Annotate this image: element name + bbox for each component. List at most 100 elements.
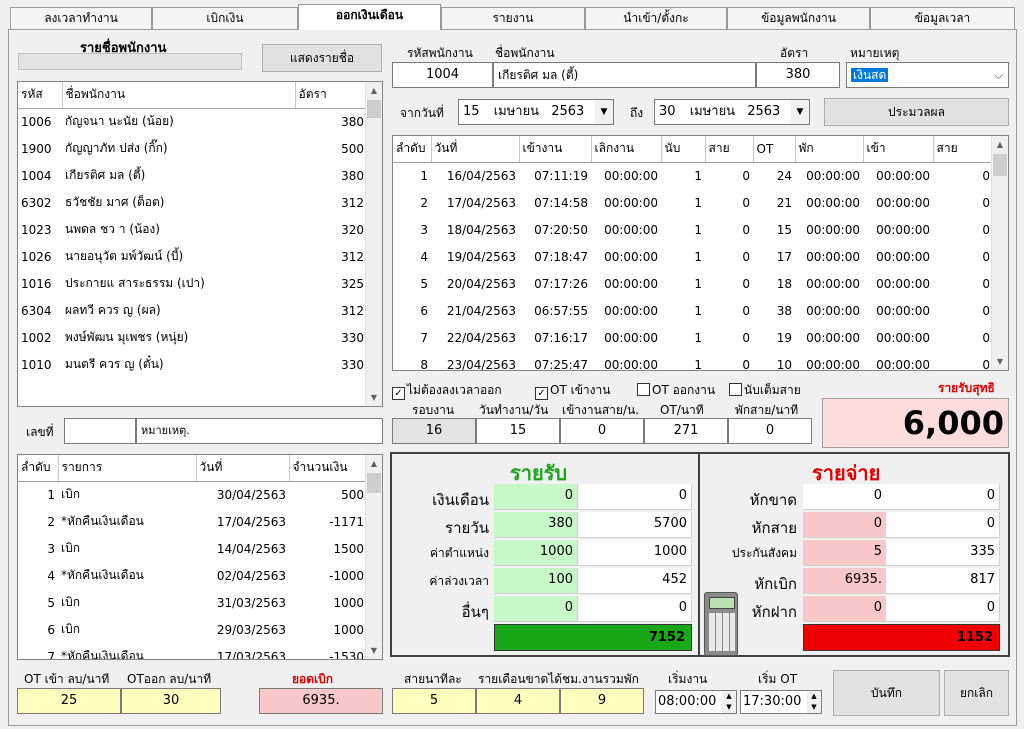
- tab-time-entry[interactable]: ลงเวลาทำงาน: [10, 7, 152, 29]
- att-col-header[interactable]: พัก: [795, 136, 864, 163]
- tab-payroll[interactable]: ออกเงินเดือน: [298, 4, 441, 30]
- spinner-icon[interactable]: ▲ ▼: [722, 691, 736, 713]
- scroll-down-icon[interactable]: ▼: [366, 389, 382, 406]
- tab-import[interactable]: นำเข้า/ตั้งกะ: [585, 7, 727, 29]
- attendance-row[interactable]: 4 19/04/2563 07:18:47 00:00:00 1 0 17 00:00:00 0…: [393, 243, 993, 270]
- expense-amount[interactable]: 0: [886, 512, 1000, 538]
- col-header-item[interactable]: รายการ: [58, 455, 197, 482]
- employee-row[interactable]: 6302 ธวัชชัย มาศ (ต็อต) 312: [18, 189, 367, 216]
- attendance-row[interactable]: 7 22/04/2563 07:16:17 00:00:00 1 0 19 00:00:00 0…: [393, 324, 993, 351]
- late-per-min-field[interactable]: 5: [392, 688, 476, 714]
- income-amount[interactable]: 1000: [578, 540, 692, 566]
- employee-row[interactable]: 1016 ประกายแ สาระธรรม (เปา) 325: [18, 270, 367, 297]
- expense-rate[interactable]: 0: [803, 512, 887, 538]
- transaction-row[interactable]: 4 *หักคืนเงินเดือน 02/04/2563 -1000: [18, 562, 367, 589]
- scroll-down-icon[interactable]: ▼: [366, 642, 382, 659]
- employee-row[interactable]: 1010 มนตรี ควร ญ (ตั๋น) 330: [18, 351, 367, 378]
- col-header-no[interactable]: ลำดับ: [18, 455, 59, 482]
- to-date-picker[interactable]: 30 เมษายน 2563 ▼: [654, 99, 810, 125]
- scroll-up-icon[interactable]: ▲: [366, 455, 382, 472]
- attendance-row[interactable]: 1 16/04/2563 07:11:19 00:00:00 1 0 24 00:00:00 0…: [393, 162, 993, 189]
- income-amount[interactable]: 5700: [578, 512, 692, 538]
- employee-row[interactable]: 1023 นพดล ชว า (น้อง) 320: [18, 216, 367, 243]
- att-col-header[interactable]: สาย: [933, 136, 994, 163]
- calendar-dropdown-icon[interactable]: ▼: [595, 100, 613, 124]
- expense-amount[interactable]: 0: [886, 596, 1000, 622]
- att-col-header[interactable]: สาย: [705, 136, 754, 163]
- col-header-rate[interactable]: อัตรา: [295, 82, 368, 109]
- doc-no-field[interactable]: [64, 418, 136, 444]
- from-date-picker[interactable]: 15 เมษายน 2563 ▼: [458, 99, 614, 125]
- rate-field[interactable]: 380: [756, 62, 840, 88]
- spinner-icon[interactable]: ▲ ▼: [807, 691, 821, 713]
- transaction-scrollbar[interactable]: ▲ ▼: [365, 455, 382, 659]
- ot-in-checkbox[interactable]: ✓ OT เข้างาน: [535, 381, 610, 400]
- employee-row[interactable]: 6304 ผลทวี ควร ญ (ผล) 312: [18, 297, 367, 324]
- expense-rate[interactable]: 5: [803, 540, 887, 566]
- att-col-header[interactable]: เข้างาน: [519, 136, 592, 163]
- expense-amount[interactable]: 817: [886, 568, 1000, 594]
- col-header-name[interactable]: ชื่อพนักงาน: [62, 82, 296, 109]
- tab-report[interactable]: รายงาน: [441, 7, 585, 29]
- no-checkout-checkbox[interactable]: ✓ ไม่ต้องลงเวลาออก: [392, 381, 502, 400]
- income-rate[interactable]: 380: [494, 512, 578, 538]
- expense-amount[interactable]: 335: [886, 540, 1000, 566]
- attendance-row[interactable]: 5 20/04/2563 07:17:26 00:00:00 1 0 18 00:00:00 0…: [393, 270, 993, 297]
- attendance-row[interactable]: 3 18/04/2563 07:20:50 00:00:00 1 0 15 00:00:00 0…: [393, 216, 993, 243]
- employee-row[interactable]: 1900 กัญญาภัท ปส่ง (กิ๊ก) 500: [18, 135, 367, 162]
- employee-scrollbar[interactable]: ▲ ▼: [365, 82, 382, 406]
- transaction-row[interactable]: 1 เบิก 30/04/2563 500: [18, 481, 367, 508]
- ot-in-deduct-field[interactable]: 25: [17, 688, 121, 714]
- att-col-header[interactable]: วันที่: [431, 136, 520, 163]
- income-amount[interactable]: 0: [578, 484, 692, 510]
- employee-row[interactable]: 1002 พงษ์พัฒน มุเพชร (หนุ่ย) 330: [18, 324, 367, 351]
- att-col-header[interactable]: เลิกงาน: [591, 136, 662, 163]
- save-button[interactable]: บันทึก: [833, 670, 940, 716]
- expense-rate[interactable]: 0: [803, 596, 887, 622]
- count-late-checkbox[interactable]: นับเต็มสาย: [729, 381, 801, 400]
- expense-rate[interactable]: 6935.: [803, 568, 887, 594]
- income-amount[interactable]: 452: [578, 568, 692, 594]
- tab-time-info[interactable]: ข้อมูลเวลา: [870, 7, 1015, 29]
- transaction-row[interactable]: 5 เบิก 31/03/2563 1000: [18, 589, 367, 616]
- transaction-row[interactable]: 6 เบิก 29/03/2563 1000: [18, 616, 367, 643]
- show-list-button[interactable]: แสดงรายชื่อ: [262, 44, 382, 72]
- income-rate[interactable]: 100: [494, 568, 578, 594]
- income-rate[interactable]: 1000: [494, 540, 578, 566]
- scroll-thumb[interactable]: [367, 473, 381, 493]
- emp-name-field[interactable]: เกียรติศ มล (ตี้): [493, 62, 756, 88]
- att-col-header[interactable]: นับ: [661, 136, 706, 163]
- cancel-button[interactable]: ยกเลิก: [944, 670, 1009, 716]
- col-header-amount[interactable]: จำนวนเงิน: [289, 455, 368, 482]
- start-time-field[interactable]: 08:00:00 ▲ ▼: [655, 690, 737, 714]
- scroll-up-icon[interactable]: ▲: [366, 82, 382, 99]
- employee-row[interactable]: 1026 นายอนุวัต มพ์วัฒน์ (บี้) 312: [18, 243, 367, 270]
- payment-type-select[interactable]: เงินสด ⌵: [846, 62, 1009, 88]
- att-col-header[interactable]: ลำดับ: [393, 136, 432, 163]
- expense-amount[interactable]: 0: [886, 484, 1000, 510]
- transaction-row[interactable]: 2 *หักคืนเงินเดือน 17/04/2563 -1171: [18, 508, 367, 535]
- scroll-down-icon[interactable]: ▼: [992, 353, 1008, 370]
- attendance-row[interactable]: 6 21/04/2563 06:57:55 00:00:00 1 0 38 00:00:00 0…: [393, 297, 993, 324]
- transaction-row[interactable]: 7 *หักคืนเงินเดือน 17/03/2563 -1530: [18, 643, 367, 659]
- income-rate[interactable]: 0: [494, 484, 578, 510]
- ot-out-checkbox[interactable]: OT ออกงาน: [637, 381, 715, 400]
- att-col-header[interactable]: เข้า: [863, 136, 934, 163]
- calculator-icon[interactable]: [704, 592, 738, 656]
- process-button[interactable]: ประมวลผล: [824, 98, 1009, 126]
- col-header-date[interactable]: วันที่: [196, 455, 290, 482]
- absent-allowed-field[interactable]: 4: [476, 688, 560, 714]
- income-rate[interactable]: 0: [494, 596, 578, 622]
- expense-rate[interactable]: 0: [803, 484, 887, 510]
- scroll-thumb[interactable]: [367, 100, 381, 118]
- tab-employee-info[interactable]: ข้อมูลพนักงาน: [727, 7, 870, 29]
- calendar-dropdown-icon[interactable]: ▼: [791, 100, 809, 124]
- doc-note-field[interactable]: หมายเหตุ.: [136, 418, 383, 444]
- att-col-header[interactable]: OT: [753, 136, 796, 163]
- employee-row[interactable]: 1004 เกียรติศ มล (ตี้) 380: [18, 162, 367, 189]
- transaction-row[interactable]: 3 เบิก 14/04/2563 1500: [18, 535, 367, 562]
- scroll-up-icon[interactable]: ▲: [992, 136, 1008, 153]
- employee-row[interactable]: 1006 กัญจนา นะนัย (น้อย) 380: [18, 108, 367, 135]
- tab-withdraw[interactable]: เบิกเงิน: [152, 7, 298, 29]
- col-header-id[interactable]: รหัส: [18, 82, 63, 109]
